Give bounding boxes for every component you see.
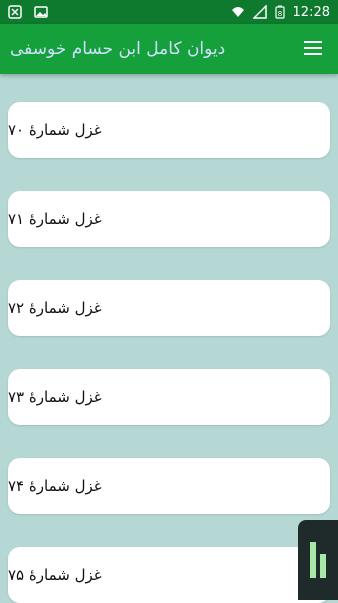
store-logo-badge bbox=[298, 520, 338, 600]
battery-icon: 8 bbox=[274, 5, 285, 19]
list-item[interactable]: غزل شمارهٔ ۷۳ bbox=[8, 369, 330, 425]
list-item[interactable]: غزل شمارهٔ ۷۰ bbox=[8, 102, 330, 158]
list-item-label: غزل شمارهٔ ۷۱ bbox=[8, 210, 102, 228]
app-bar: دیوان کامل ابن حسام خوسفی bbox=[0, 24, 338, 74]
hamburger-menu-icon[interactable] bbox=[304, 41, 322, 57]
wifi-icon bbox=[231, 7, 244, 17]
status-time: 12:28 bbox=[292, 4, 330, 20]
list-item-label: غزل شمارهٔ ۷۲ bbox=[8, 299, 102, 317]
list-item-label: غزل شمارهٔ ۷۵ bbox=[8, 566, 102, 584]
page-title: دیوان کامل ابن حسام خوسفی bbox=[10, 39, 226, 59]
status-left-icons bbox=[8, 5, 48, 19]
list-item-label: غزل شمارهٔ ۷۴ bbox=[8, 477, 102, 495]
battery-level: 8 bbox=[277, 10, 281, 18]
list-item[interactable]: غزل شمارهٔ ۷۱ bbox=[8, 191, 330, 247]
list-item[interactable]: غزل شمارهٔ ۷۴ bbox=[8, 458, 330, 514]
list-item-label: غزل شمارهٔ ۷۳ bbox=[8, 388, 102, 406]
list-item[interactable]: غزل شمارهٔ ۷۵ bbox=[8, 547, 330, 603]
signal-icon bbox=[252, 5, 267, 19]
store-logo-icon bbox=[310, 542, 326, 578]
status-bar: 8 12:28 bbox=[0, 0, 338, 24]
image-icon bbox=[34, 6, 48, 18]
list-item-label: غزل شمارهٔ ۷۰ bbox=[8, 121, 102, 139]
status-right-icons: 8 12:28 bbox=[231, 5, 330, 20]
list-item[interactable]: غزل شمارهٔ ۷۲ bbox=[8, 280, 330, 336]
notification-close-icon bbox=[8, 5, 22, 19]
